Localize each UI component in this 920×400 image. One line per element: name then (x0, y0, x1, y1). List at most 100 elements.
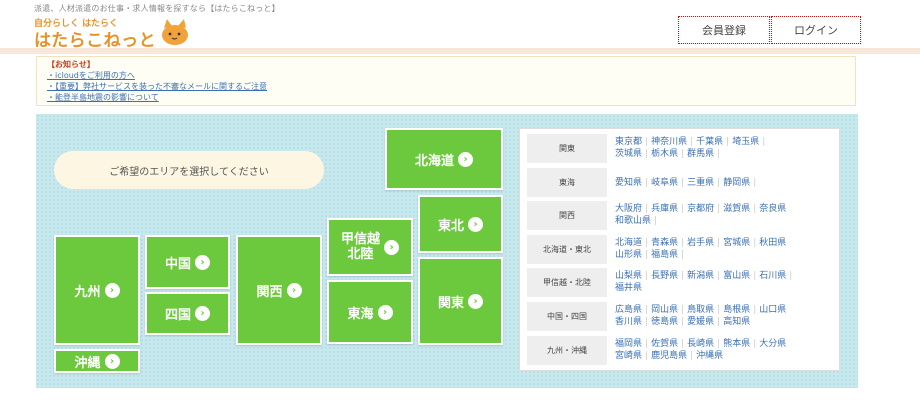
pref-link[interactable]: 京都府 (687, 204, 714, 214)
pref-link[interactable]: 静岡県 (723, 178, 750, 188)
notice-link-earthquake[interactable]: ・能登半島地震の影響について (47, 92, 845, 103)
pref-link[interactable]: 鹿児島県 (651, 351, 687, 361)
pref-links: 福岡県 | 佐賀県 | 長崎県 | 熊本県 | 大分県 宮崎県 | 鹿児島県 | 沖縄県 (615, 339, 787, 361)
pref-link[interactable]: 青森県 (651, 238, 678, 248)
pref-link[interactable]: 長野県 (651, 271, 678, 281)
pref-link[interactable]: 山形県 (615, 250, 642, 260)
region-label-line2: 北陸 (347, 247, 374, 262)
pref-link[interactable]: 徳島県 (651, 317, 678, 327)
pref-row-koshinetsu-hokuriku: 甲信越・北陸 山梨県 | 長野県 | 新潟県 | 富山県 | 石川県 | 福井県 (527, 268, 833, 297)
pref-link[interactable]: 佐賀県 (651, 339, 678, 349)
region-label: 九州 (74, 284, 101, 300)
pref-link[interactable]: 富山県 (723, 271, 750, 281)
pref-link[interactable]: 山梨県 (615, 271, 642, 281)
pref-link[interactable]: 栃木県 (651, 149, 678, 159)
pref-region-label: 中国・四国 (527, 302, 607, 331)
arrow-right-icon: › (468, 216, 483, 232)
pref-links: 大阪府 | 兵庫県 | 京都府 | 滋賀県 | 奈良県 和歌山県 | (615, 204, 787, 226)
pref-region-label: 北海道・東北 (527, 235, 607, 264)
pref-link[interactable]: 福井県 (615, 283, 642, 293)
pref-link[interactable]: 愛媛県 (687, 317, 714, 327)
pref-link[interactable]: 岐阜県 (651, 178, 678, 188)
pref-link[interactable]: 奈良県 (759, 204, 786, 214)
arrow-right-icon: › (195, 306, 210, 321)
pref-link[interactable]: 香川県 (615, 317, 642, 327)
arrow-right-icon: › (286, 282, 302, 298)
pref-link[interactable]: 熊本県 (723, 339, 750, 349)
register-button[interactable]: 会員登録 (678, 16, 770, 44)
region-kansai-button[interactable]: 関西 › (236, 235, 322, 345)
region-label: 甲信越 北陸 (341, 232, 380, 262)
arrow-right-icon: › (104, 282, 120, 298)
region-hokkaido-button[interactable]: 北海道 › (385, 128, 503, 190)
area-select-prompt: ご希望のエリアを選択してください (54, 151, 324, 189)
region-label: 北海道 (414, 153, 454, 169)
pref-link[interactable]: 大分県 (759, 339, 786, 349)
pref-link[interactable]: 滋賀県 (723, 204, 750, 214)
pref-link[interactable]: 宮城県 (723, 238, 750, 248)
pref-link[interactable]: 茨城県 (615, 149, 642, 159)
pref-link[interactable]: 宮崎県 (615, 351, 642, 361)
region-kanto-button[interactable]: 関東 › (418, 257, 503, 345)
pref-region-label: 九州・沖縄 (527, 336, 607, 365)
pref-link[interactable]: 新潟県 (687, 271, 714, 281)
site-logo[interactable]: 自分らしく はたらく はたらこねっと (34, 14, 204, 51)
arrow-right-icon: › (384, 239, 399, 255)
pref-link[interactable]: 和歌山県 (615, 216, 651, 226)
region-tohoku-button[interactable]: 東北 › (418, 195, 503, 253)
region-label: 関東 (437, 295, 464, 311)
pref-row-kansai: 関西 大阪府 | 兵庫県 | 京都府 | 滋賀県 | 奈良県 和歌山県 | (527, 201, 833, 230)
pref-links: 山梨県 | 長野県 | 新潟県 | 富山県 | 石川県 | 福井県 (615, 271, 793, 293)
pref-link[interactable]: 岩手県 (687, 238, 714, 248)
pref-link[interactable]: 岡山県 (651, 305, 678, 315)
region-okinawa-button[interactable]: 沖縄 › (54, 349, 140, 373)
region-shikoku-button[interactable]: 四国 › (145, 292, 230, 335)
region-chugoku-button[interactable]: 中国 › (145, 235, 230, 289)
region-koshinetsu-button[interactable]: 甲信越 北陸 › (327, 218, 413, 276)
pref-link[interactable]: 沖縄県 (696, 351, 723, 361)
pref-link[interactable]: 三重県 (687, 178, 714, 188)
notice-link-phishing[interactable]: ・【重要】弊社サービスを装った不審なメールに関するご注意 (47, 81, 845, 92)
pref-region-label: 甲信越・北陸 (527, 268, 607, 297)
pref-link[interactable]: 千葉県 (696, 137, 723, 147)
header-divider (0, 48, 920, 54)
pref-link[interactable]: 長崎県 (687, 339, 714, 349)
region-label: 四国 (164, 308, 191, 323)
pref-link[interactable]: 広島県 (615, 305, 642, 315)
pref-links: 北海道 | 青森県 | 岩手県 | 宮城県 | 秋田県 山形県 | 福島県 | (615, 238, 787, 260)
pref-links: 愛知県 | 岐阜県 | 三重県 | 静岡県 | (615, 177, 757, 188)
region-label: 関西 (256, 284, 283, 300)
pref-link[interactable]: 高知県 (723, 317, 750, 327)
pref-row-chugoku-shikoku: 中国・四国 広島県 | 岡山県 | 鳥取県 | 島根県 | 山口県 香川県 | 徳島県 | 愛媛県 | 高知… (527, 302, 833, 331)
pref-link[interactable]: 石川県 (759, 271, 786, 281)
pref-link[interactable]: 鳥取県 (687, 305, 714, 315)
cat-mascot-icon (162, 19, 188, 45)
pref-link[interactable]: 群馬県 (687, 149, 714, 159)
region-label: 中国 (164, 256, 191, 272)
pref-link[interactable]: 秋田県 (759, 238, 786, 248)
pref-link[interactable]: 大阪府 (615, 204, 642, 214)
site-header: 派遣、人材派遣のお仕事・求人情報を探すなら【はたらこねっと】 自分らしく はたら… (0, 0, 920, 51)
pref-link[interactable]: 兵庫県 (651, 204, 678, 214)
pref-row-hokkaido-tohoku: 北海道・東北 北海道 | 青森県 | 岩手県 | 宮城県 | 秋田県 山形県 | 福島県 | (527, 235, 833, 264)
pref-link[interactable]: 埼玉県 (732, 137, 759, 147)
pref-row-kanto: 関東 東京都 | 神奈川県 | 千葉県 | 埼玉県 | 茨城県 | 栃木県 | 群馬県 | (527, 134, 833, 163)
login-button[interactable]: ログイン (771, 16, 861, 44)
pref-region-label: 東海 (527, 168, 607, 197)
arrow-right-icon: › (195, 254, 210, 270)
arrow-right-icon: › (104, 353, 120, 369)
pref-link[interactable]: 神奈川県 (651, 137, 687, 147)
notice-title: 【お知らせ】 (47, 60, 95, 69)
notice-link-icloud[interactable]: ・icloudをご利用の方へ (47, 70, 845, 81)
region-kyushu-button[interactable]: 九州 › (54, 235, 140, 345)
pref-link[interactable]: 東京都 (615, 137, 642, 147)
pref-links: 広島県 | 岡山県 | 鳥取県 | 島根県 | 山口県 香川県 | 徳島県 | 愛媛県 | 高知県 (615, 305, 787, 327)
pref-link[interactable]: 山口県 (759, 305, 786, 315)
pref-link[interactable]: 福岡県 (615, 339, 642, 349)
pref-link[interactable]: 福島県 (651, 250, 678, 260)
pref-link[interactable]: 北海道 (615, 238, 642, 248)
pref-row-kyushu-okinawa: 九州・沖縄 福岡県 | 佐賀県 | 長崎県 | 熊本県 | 大分県 宮崎県 | 鹿児島県 | 沖縄県 (527, 336, 833, 365)
pref-link[interactable]: 島根県 (723, 305, 750, 315)
region-tokai-button[interactable]: 東海 › (327, 280, 413, 344)
pref-link[interactable]: 愛知県 (615, 178, 642, 188)
